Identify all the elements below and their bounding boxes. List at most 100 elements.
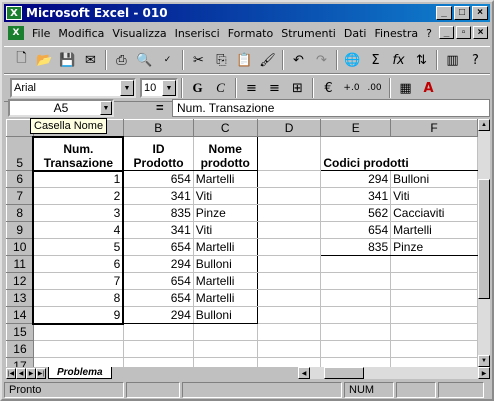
cell-num-transazione[interactable]: 2 xyxy=(32,187,125,205)
minimize-button[interactable]: _ xyxy=(436,6,452,20)
cell-nome-prodotto[interactable] xyxy=(192,323,258,341)
cell-prodotto[interactable] xyxy=(390,340,478,358)
cell-prodotto[interactable]: Viti xyxy=(390,187,478,205)
row-header[interactable]: 17 xyxy=(6,357,34,367)
chevron-down-icon[interactable]: ▼ xyxy=(100,101,112,115)
cell-id-prodotto[interactable]: 341 xyxy=(122,187,194,205)
cell-nome-prodotto[interactable]: Pinze xyxy=(192,204,258,222)
cell-num-transazione[interactable]: 7 xyxy=(32,272,125,290)
row-header[interactable]: 5 xyxy=(6,136,34,171)
paste-icon[interactable]: 📋 xyxy=(233,49,256,71)
merge-center-icon[interactable]: ⊞ xyxy=(286,77,309,99)
cell-prodotto[interactable]: Cacciaviti xyxy=(390,204,478,222)
vertical-scroll-thumb[interactable] xyxy=(478,179,490,299)
row-header[interactable]: 16 xyxy=(6,340,34,358)
doc-minimize-button[interactable]: _ xyxy=(439,26,454,39)
open-icon[interactable]: 📂 xyxy=(33,49,56,71)
chevron-down-icon[interactable]: ▼ xyxy=(120,80,134,96)
cell-nome-prodotto[interactable]: Viti xyxy=(192,221,258,239)
column-header-f[interactable]: F xyxy=(390,119,478,137)
cell[interactable] xyxy=(256,204,322,222)
cell-prodotto[interactable]: Martelli xyxy=(390,221,478,239)
chevron-down-icon[interactable]: ▼ xyxy=(162,80,176,96)
row-header[interactable]: 7 xyxy=(6,187,34,205)
cell-prodotto[interactable] xyxy=(390,255,478,273)
cell[interactable] xyxy=(256,323,322,341)
cell-num-transazione[interactable]: 1 xyxy=(32,170,125,188)
cell-codice[interactable]: 654 xyxy=(320,221,392,239)
cell-codice[interactable]: 341 xyxy=(320,187,392,205)
cell-codice[interactable] xyxy=(320,255,392,273)
mail-icon[interactable]: ✉ xyxy=(79,49,102,71)
cell-codice[interactable] xyxy=(320,272,392,290)
cell-codice[interactable]: 562 xyxy=(320,204,392,222)
cell-prodotto[interactable]: Pinze xyxy=(390,238,478,256)
hyperlink-icon[interactable]: 🌐 xyxy=(341,49,364,71)
help-icon[interactable]: ? xyxy=(464,49,487,71)
font-size-select[interactable]: 10 ▼ xyxy=(140,78,178,98)
cell-id-prodotto[interactable] xyxy=(122,340,194,358)
header-nome-prodotto[interactable]: Nome prodotto xyxy=(192,136,258,171)
function-icon[interactable]: fx xyxy=(387,49,410,71)
header-codici-prodotti[interactable]: Codici prodotti xyxy=(320,136,478,171)
print-icon[interactable]: ⎙ xyxy=(110,49,133,71)
row-header[interactable]: 6 xyxy=(6,170,34,188)
maximize-button[interactable]: □ xyxy=(454,6,470,20)
cell-prodotto[interactable]: Bulloni xyxy=(390,170,478,188)
prev-sheet-icon[interactable]: ◀ xyxy=(16,367,26,379)
cell[interactable] xyxy=(256,357,322,367)
cell-num-transazione[interactable]: 9 xyxy=(32,306,125,325)
first-sheet-icon[interactable]: |◀ xyxy=(6,367,16,379)
cell-id-prodotto[interactable]: 294 xyxy=(122,306,194,324)
document-icon[interactable]: X xyxy=(8,26,24,40)
print-preview-icon[interactable]: 🔍 xyxy=(133,49,156,71)
cell-codice[interactable] xyxy=(320,306,392,324)
decrease-decimal-icon[interactable]: .00 xyxy=(363,77,386,99)
cell-id-prodotto[interactable]: 654 xyxy=(122,289,194,307)
cell-num-transazione[interactable]: 4 xyxy=(32,221,125,239)
column-header-e[interactable]: E xyxy=(320,119,392,137)
cell-id-prodotto[interactable]: 654 xyxy=(122,170,194,188)
cut-icon[interactable]: ✂ xyxy=(187,49,210,71)
undo-icon[interactable]: ↶ xyxy=(287,49,310,71)
close-button[interactable]: × xyxy=(472,6,488,20)
cell-id-prodotto[interactable]: 654 xyxy=(122,238,194,256)
formula-input[interactable]: Num. Transazione xyxy=(172,99,490,117)
sheet-tab-problema[interactable]: Problema xyxy=(48,367,112,379)
cell-codice[interactable] xyxy=(320,323,392,341)
borders-icon[interactable]: ▦ xyxy=(394,77,417,99)
cell-num-transazione[interactable] xyxy=(32,357,124,367)
cell-num-transazione[interactable] xyxy=(32,323,124,341)
scroll-down-icon[interactable]: ▼ xyxy=(478,355,490,367)
scroll-up-icon[interactable]: ▲ xyxy=(478,119,490,131)
cell[interactable] xyxy=(256,170,322,188)
cell[interactable] xyxy=(256,136,322,171)
new-icon[interactable]: 🗋 xyxy=(10,49,33,71)
row-header[interactable]: 9 xyxy=(6,221,34,239)
column-header-b[interactable]: B xyxy=(122,119,194,137)
menu-finestra[interactable]: Finestra xyxy=(370,27,422,40)
font-color-icon[interactable]: A xyxy=(417,77,440,99)
cell[interactable] xyxy=(256,306,322,324)
chart-wizard-icon[interactable]: ▥ xyxy=(441,49,464,71)
format-painter-icon[interactable]: 🖌 xyxy=(256,49,279,71)
cell-id-prodotto[interactable] xyxy=(122,357,194,367)
align-center-icon[interactable]: ≡ xyxy=(263,77,286,99)
cell-nome-prodotto[interactable]: Bulloni xyxy=(192,306,258,324)
header-id-prodotto[interactable]: ID Prodotto xyxy=(122,136,194,171)
menu-inserisci[interactable]: Inserisci xyxy=(171,27,224,40)
next-sheet-icon[interactable]: ▶ xyxy=(26,367,36,379)
row-header[interactable]: 8 xyxy=(6,204,34,222)
column-header-c[interactable]: C xyxy=(192,119,258,137)
align-left-icon[interactable]: ≡ xyxy=(240,77,263,99)
spelling-icon[interactable]: ✓ xyxy=(156,49,179,71)
cell-num-transazione[interactable]: 3 xyxy=(32,204,125,222)
redo-icon[interactable]: ↷ xyxy=(310,49,333,71)
menu-file[interactable]: File xyxy=(28,27,54,40)
cell-num-transazione[interactable]: 8 xyxy=(32,289,125,307)
cell-prodotto[interactable] xyxy=(390,306,478,324)
cell-prodotto[interactable] xyxy=(390,357,478,367)
excel-app-icon[interactable]: X xyxy=(6,6,22,20)
cell-nome-prodotto[interactable]: Martelli xyxy=(192,289,258,307)
menu-help[interactable]: ? xyxy=(422,27,436,40)
